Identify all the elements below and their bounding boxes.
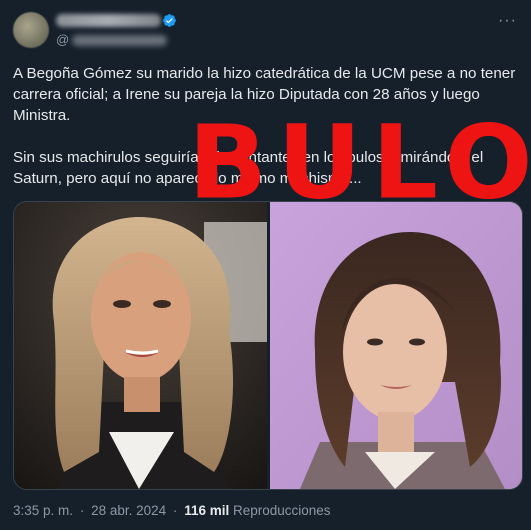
avatar[interactable] [13,12,49,48]
tweet-card: @ ··· A Begoña Gómez su marido la hizo c… [0,0,531,530]
more-options-icon[interactable]: ··· [498,12,517,30]
bulo-stamp: BULO [188,102,531,222]
tweet-media[interactable] [13,201,523,490]
footer-separator-2: · [172,503,178,518]
portrait-woman-brunette [270,202,522,489]
handle-prefix[interactable]: @ [56,32,69,47]
handle-redacted[interactable] [72,35,167,46]
photo-right[interactable] [270,202,522,489]
views-label: Reproducciones [233,503,331,518]
tweet-date[interactable]: 28 abr. 2024 [91,503,166,518]
display-name-redacted[interactable] [56,14,161,27]
views-count: 116 mil [184,503,230,518]
footer-separator-1: · [79,503,85,518]
verified-badge-icon [163,14,176,27]
photo-left[interactable] [14,202,267,489]
tweet-time[interactable]: 3:35 p. m. [13,503,73,518]
portrait-woman-blonde [14,202,267,489]
tweet-footer: 3:35 p. m. · 28 abr. 2024 · 116 mil Repr… [13,503,331,518]
